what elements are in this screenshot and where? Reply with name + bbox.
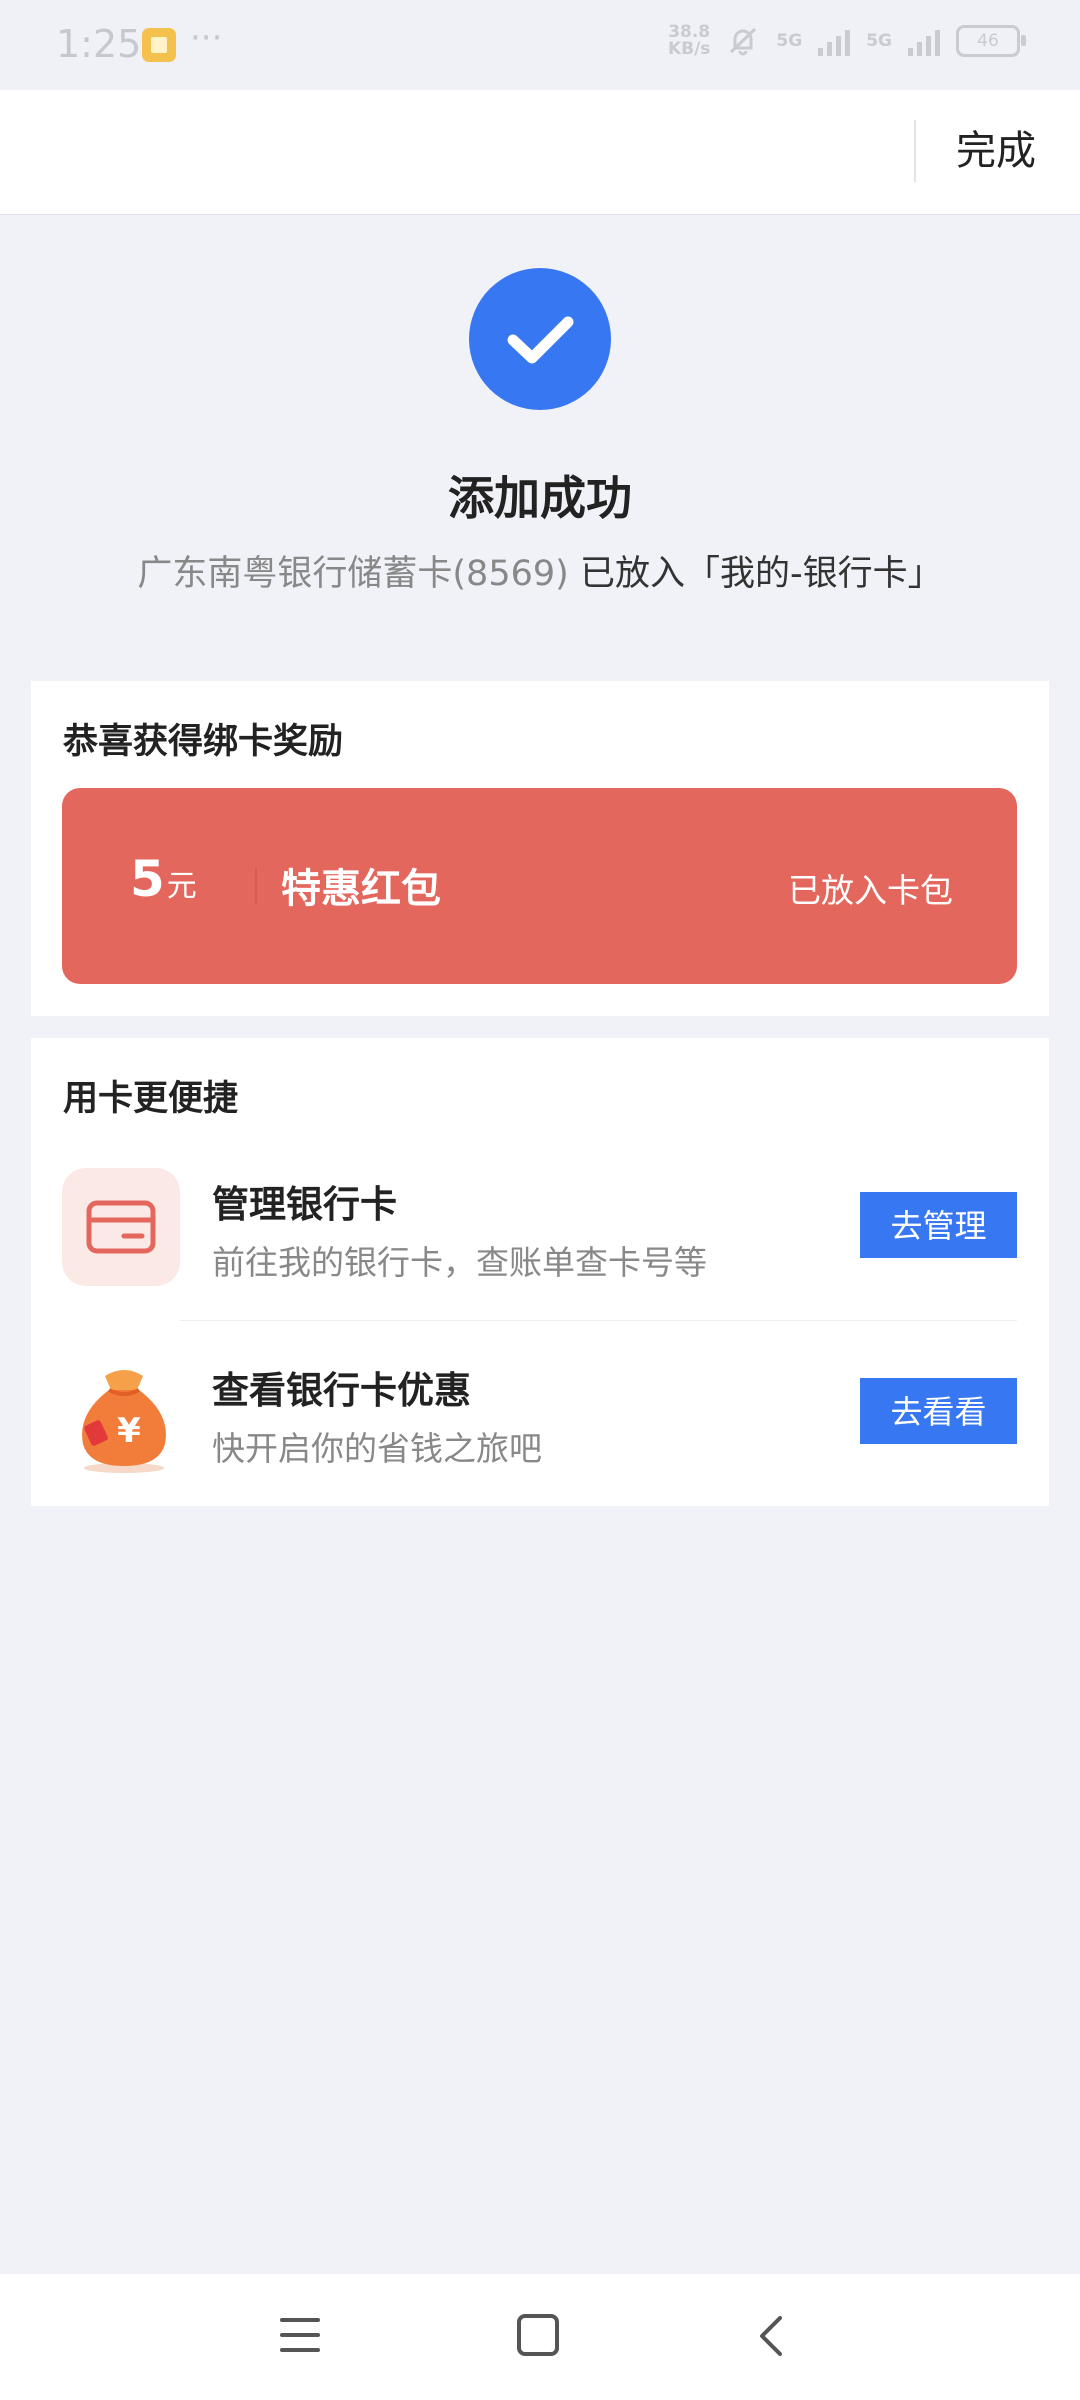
view-offers-button[interactable]: 去看看 (860, 1378, 1017, 1444)
home-icon[interactable] (517, 2314, 559, 2356)
net-speed: 38.8 KB/s (667, 22, 711, 59)
svg-text:¥: ¥ (117, 1411, 141, 1451)
success-subtitle: 广东南粤银行储蓄卡(8569) 已放入「我的-银行卡」 (0, 545, 1080, 596)
system-nav-bar (0, 2274, 1080, 2400)
manage-card-button[interactable]: 去管理 (860, 1192, 1017, 1258)
coupon-unit: 元 (166, 869, 197, 904)
success-check-icon (469, 268, 611, 410)
convenience-section: 用卡更便捷 管理银行卡 前往我的银行卡，查账单查卡号等 去管理 ¥ 查看银行卡优… (31, 1038, 1049, 1506)
reward-section: 恭喜获得绑卡奖励 5元 特惠红包 已放入卡包 (31, 681, 1049, 1016)
red-packet-coupon[interactable]: 5元 特惠红包 已放入卡包 (62, 788, 1017, 984)
coupon-status: 已放入卡包 (788, 871, 953, 910)
done-button[interactable]: 完成 (956, 120, 1036, 182)
convenience-section-title: 用卡更便捷 (63, 1079, 239, 1119)
coupon-name: 特惠红包 (281, 866, 441, 912)
bank-card-icon (62, 1168, 180, 1286)
signal-label-2: 5G (866, 31, 892, 51)
battery-icon: 46 (956, 25, 1026, 57)
list-item-manage-card[interactable]: 管理银行卡 前往我的银行卡，查账单查卡号等 去管理 (31, 1148, 1049, 1334)
list-item-desc: 快开启你的省钱之旅吧 (212, 1429, 542, 1468)
bank-card-name: 广东南粤银行储蓄卡(8569) (137, 554, 569, 594)
money-bag-icon: ¥ (82, 1370, 166, 1473)
menu-icon[interactable] (280, 2318, 320, 2352)
coupon-amount: 5元 (130, 850, 197, 908)
top-bar: 完成 (0, 90, 1080, 215)
app-notification-icon (142, 28, 176, 62)
status-bar: 1:25 ··· 38.8 KB/s 5G 5G 46 (0, 0, 1080, 90)
list-divider (180, 1320, 1017, 1321)
signal-bars-1-icon (818, 26, 851, 56)
list-item-title: 管理银行卡 (212, 1183, 397, 1226)
more-notifications-icon: ··· (190, 18, 223, 58)
signal-label-1: 5G (776, 31, 803, 51)
coupon-divider (255, 868, 257, 904)
status-time: 1:25 (56, 22, 142, 66)
back-icon[interactable] (752, 2314, 792, 2358)
success-title: 添加成功 (448, 471, 632, 525)
signal-bars-2-icon (908, 26, 940, 56)
reward-section-title: 恭喜获得绑卡奖励 (63, 722, 344, 762)
card-destination: 已放入「我的-银行卡」 (579, 554, 943, 594)
list-item-card-offers[interactable]: ¥ 查看银行卡优惠 快开启你的省钱之旅吧 去看看 (31, 1334, 1049, 1520)
status-indicators: 38.8 KB/s 5G 5G 46 (667, 22, 1026, 59)
list-item-desc: 前往我的银行卡，查账单查卡号等 (212, 1243, 707, 1282)
header-divider (914, 120, 916, 182)
mute-bell-icon (730, 27, 757, 56)
list-item-title: 查看银行卡优惠 (212, 1369, 471, 1412)
